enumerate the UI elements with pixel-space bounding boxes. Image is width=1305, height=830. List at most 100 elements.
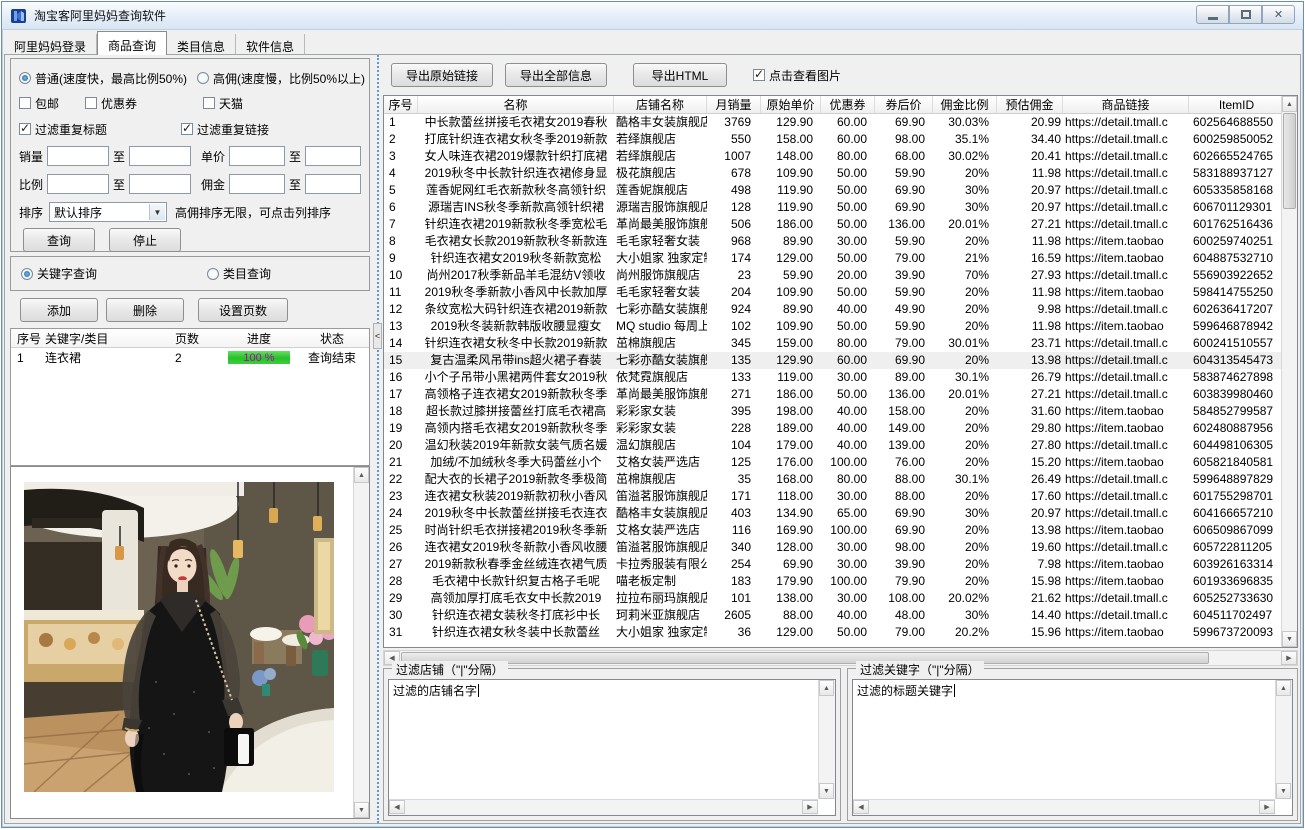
scroll-right-icon[interactable]	[802, 800, 818, 814]
radio-keyword-query[interactable]	[21, 268, 33, 280]
scroll-up-icon[interactable]	[1276, 680, 1291, 696]
scroll-down-icon[interactable]	[1282, 631, 1297, 647]
table-row[interactable]: 7针织连衣裙2019新款秋冬季宽松毛革尚最美服饰旗舰506186.0050.00…	[384, 216, 1297, 233]
column-header-ratio[interactable]: 佣金比例	[933, 96, 997, 113]
table-row[interactable]: 272019新款秋春季金丝绒连衣裙气质卡拉秀服装有限公25469.9030.00…	[384, 556, 1297, 573]
close-button[interactable]: ✕	[1262, 5, 1295, 24]
query-button[interactable]: 查询	[23, 228, 95, 252]
table-row[interactable]: 14针织连衣裙女秋冬中长款2019新款茁棉旗舰店345159.0080.0079…	[384, 335, 1297, 352]
sales-max-input[interactable]	[129, 146, 191, 166]
cell-coupon: 40.00	[821, 437, 875, 454]
sort-dropdown[interactable]: 默认排序 ▼	[49, 202, 167, 222]
sales-min-input[interactable]	[47, 146, 109, 166]
table-vertical-scrollbar[interactable]	[1281, 96, 1297, 647]
set-pages-button[interactable]: 设置页数	[198, 298, 288, 322]
table-row[interactable]: 20温幻秋装2019年新款女装气质名媛温幻旗舰店104179.0040.0013…	[384, 437, 1297, 454]
table-row[interactable]: 42019秋冬中长款针织连衣裙修身显极花旗舰店678109.9050.0059.…	[384, 165, 1297, 182]
table-horizontal-scrollbar[interactable]	[383, 650, 1298, 666]
checkbox-dedupe-link[interactable]	[181, 123, 193, 135]
checkbox-free-shipping[interactable]	[19, 97, 31, 109]
delete-keyword-button[interactable]: 删除	[106, 298, 184, 322]
column-header-price[interactable]: 原始单价	[761, 96, 821, 113]
table-row[interactable]: 22配大衣的长裙子2019新款冬季极简茁棉旗舰店35168.0080.0088.…	[384, 471, 1297, 488]
table-row[interactable]: 6源瑞吉INS秋冬季新款高领针织裙源瑞吉服饰旗舰店128119.9050.006…	[384, 199, 1297, 216]
scroll-right-icon[interactable]	[1259, 800, 1275, 814]
table-row[interactable]: 1中长款蕾丝拼接毛衣裙女2019春秋酷格丰女装旗舰店3769129.9060.0…	[384, 114, 1297, 131]
table-row[interactable]: 25时尚针织毛衣拼接裙2019秋冬季新艾格女装严选店116169.90100.0…	[384, 522, 1297, 539]
table-row[interactable]: 26连衣裙女2019秋冬新款小香风收腰笛溢茗服饰旗舰店340128.0030.0…	[384, 539, 1297, 556]
table-row[interactable]: 19高领内搭毛衣裙女2019新款秋冬季彩彩家女装228189.0040.0014…	[384, 420, 1297, 437]
table-row[interactable]: 15复古温柔风吊带ins超火裙子春装七彩亦酷女装旗舰135129.9060.00…	[384, 352, 1297, 369]
table-row[interactable]: 10尚州2017秋季新品羊毛混纺V领收尚州服饰旗舰店2359.9020.0039…	[384, 267, 1297, 284]
scroll-down-icon[interactable]	[819, 783, 834, 799]
scroll-left-icon[interactable]	[853, 800, 869, 814]
scroll-down-icon[interactable]	[354, 802, 369, 818]
table-row[interactable]: 30针织连衣裙女装秋冬打底衫中长珂莉米亚旗舰店260588.0040.0048.…	[384, 607, 1297, 624]
maximize-button[interactable]	[1229, 5, 1262, 24]
column-header-itemid[interactable]: ItemID	[1189, 96, 1285, 113]
column-header-commission[interactable]: 预估佣金	[997, 96, 1063, 113]
radio-category-query[interactable]	[207, 268, 219, 280]
radio-high-commission-mode[interactable]	[197, 72, 209, 84]
export-all-info-button[interactable]: 导出全部信息	[505, 63, 607, 87]
checkbox-dedupe-title[interactable]	[19, 123, 31, 135]
table-row[interactable]: 28毛衣裙中长款针织复古格子毛呢喵老板定制183179.90100.0079.9…	[384, 573, 1297, 590]
table-row[interactable]: 17高领格子连衣裙女2019新款秋冬季革尚最美服饰旗舰271186.0050.0…	[384, 386, 1297, 403]
splitter-collapse-button[interactable]: <	[373, 323, 382, 349]
checkbox-coupon[interactable]	[85, 97, 97, 109]
table-row[interactable]: 18超长款过膝拼接蕾丝打底毛衣裙高彩彩家女装395198.0040.00158.…	[384, 403, 1297, 420]
add-keyword-button[interactable]: 添加	[20, 298, 98, 322]
column-header-name[interactable]: 名称	[418, 96, 614, 113]
filter-keyword-textarea[interactable]: 过滤的标题关键字	[852, 679, 1293, 816]
radio-normal-mode[interactable]	[19, 72, 31, 84]
table-row[interactable]: 31针织连衣裙女秋冬装中长款蕾丝大小姐家 独家定制36129.0050.0079…	[384, 624, 1297, 641]
price-min-input[interactable]	[229, 146, 285, 166]
commission-min-input[interactable]	[229, 174, 285, 194]
column-header-index[interactable]: 序号	[384, 96, 418, 113]
table-row[interactable]: 112019秋冬季新款小香风中长款加厚毛毛家轻奢女装204109.9050.00…	[384, 284, 1297, 301]
minimize-button[interactable]	[1196, 5, 1229, 24]
column-header-shop[interactable]: 店铺名称	[614, 96, 707, 113]
stop-button[interactable]: 停止	[109, 228, 181, 252]
ratio-min-input[interactable]	[47, 174, 109, 194]
panel-splitter[interactable]: <	[373, 55, 382, 823]
table-row[interactable]: 12条纹宽松大码针织连衣裙2019新款七彩亦酷女装旗舰92489.9040.00…	[384, 301, 1297, 318]
scroll-thumb[interactable]	[1283, 113, 1296, 209]
table-row[interactable]: 242019秋冬中长款蕾丝拼接毛衣连衣酷格丰女装旗舰店403134.9065.0…	[384, 505, 1297, 522]
table-row[interactable]: 23连衣裙女秋装2019新款初秋小香风笛溢茗服饰旗舰店171118.0030.0…	[384, 488, 1297, 505]
table-row[interactable]: 2打底针织连衣裙女秋冬季2019新款若绎旗舰店550158.0060.0098.…	[384, 131, 1297, 148]
photo-scrollbar[interactable]	[353, 467, 369, 818]
tab-3[interactable]: 软件信息	[236, 34, 305, 55]
scroll-up-icon[interactable]	[819, 680, 834, 696]
column-header-link[interactable]: 商品链接	[1063, 96, 1189, 113]
export-original-links-button[interactable]: 导出原始链接	[391, 63, 493, 87]
tab-2[interactable]: 类目信息	[167, 34, 236, 55]
price-max-input[interactable]	[305, 146, 361, 166]
filter-shop-textarea[interactable]: 过滤的店铺名字	[388, 679, 836, 816]
checkbox-tmall[interactable]	[203, 97, 215, 109]
table-row[interactable]: 16小个子吊带小黑裙两件套女2019秋依梵霓旗舰店133119.0030.008…	[384, 369, 1297, 386]
table-row[interactable]: 21加绒/不加绒秋冬季大码蕾丝小个艾格女装严选店125176.00100.007…	[384, 454, 1297, 471]
column-header-sales[interactable]: 月销量	[707, 96, 761, 113]
scroll-down-icon[interactable]	[1276, 783, 1291, 799]
commission-max-input[interactable]	[305, 174, 361, 194]
scroll-up-icon[interactable]	[354, 467, 369, 483]
table-row[interactable]: 9针织连衣裙女2019秋冬新款宽松大小姐家 独家定制174129.0050.00…	[384, 250, 1297, 267]
column-header-coupon[interactable]: 优惠券	[821, 96, 875, 113]
column-header-after-price[interactable]: 券后价	[875, 96, 933, 113]
table-row[interactable]: 5莲香妮网红毛衣新款秋冬高领针织莲香妮旗舰店498119.9050.0069.9…	[384, 182, 1297, 199]
tab-0[interactable]: 阿里妈妈登录	[4, 34, 97, 55]
scroll-thumb[interactable]	[401, 652, 1209, 664]
scroll-up-icon[interactable]	[1282, 96, 1297, 112]
table-row[interactable]: 29高领加厚打底毛衣女中长款2019拉拉布丽玛旗舰店101138.0030.00…	[384, 590, 1297, 607]
scroll-right-icon[interactable]	[1281, 651, 1297, 665]
scroll-left-icon[interactable]	[389, 800, 405, 814]
keyword-row[interactable]: 1 连衣裙 2 100 % 查询结束	[11, 348, 369, 367]
table-row[interactable]: 3女人味连衣裙2019爆款针织打底裙若绎旗舰店1007148.0080.0068…	[384, 148, 1297, 165]
table-row[interactable]: 132019秋冬装新款韩版收腰显瘦女MQ studio 每周上新102109.9…	[384, 318, 1297, 335]
table-row[interactable]: 8毛衣裙女长款2019新款秋冬新款连毛毛家轻奢女装96889.9030.0059…	[384, 233, 1297, 250]
export-html-button[interactable]: 导出HTML	[633, 63, 727, 87]
ratio-max-input[interactable]	[129, 174, 191, 194]
checkbox-view-image[interactable]	[753, 69, 765, 81]
tab-1[interactable]: 商品查询	[97, 31, 167, 55]
